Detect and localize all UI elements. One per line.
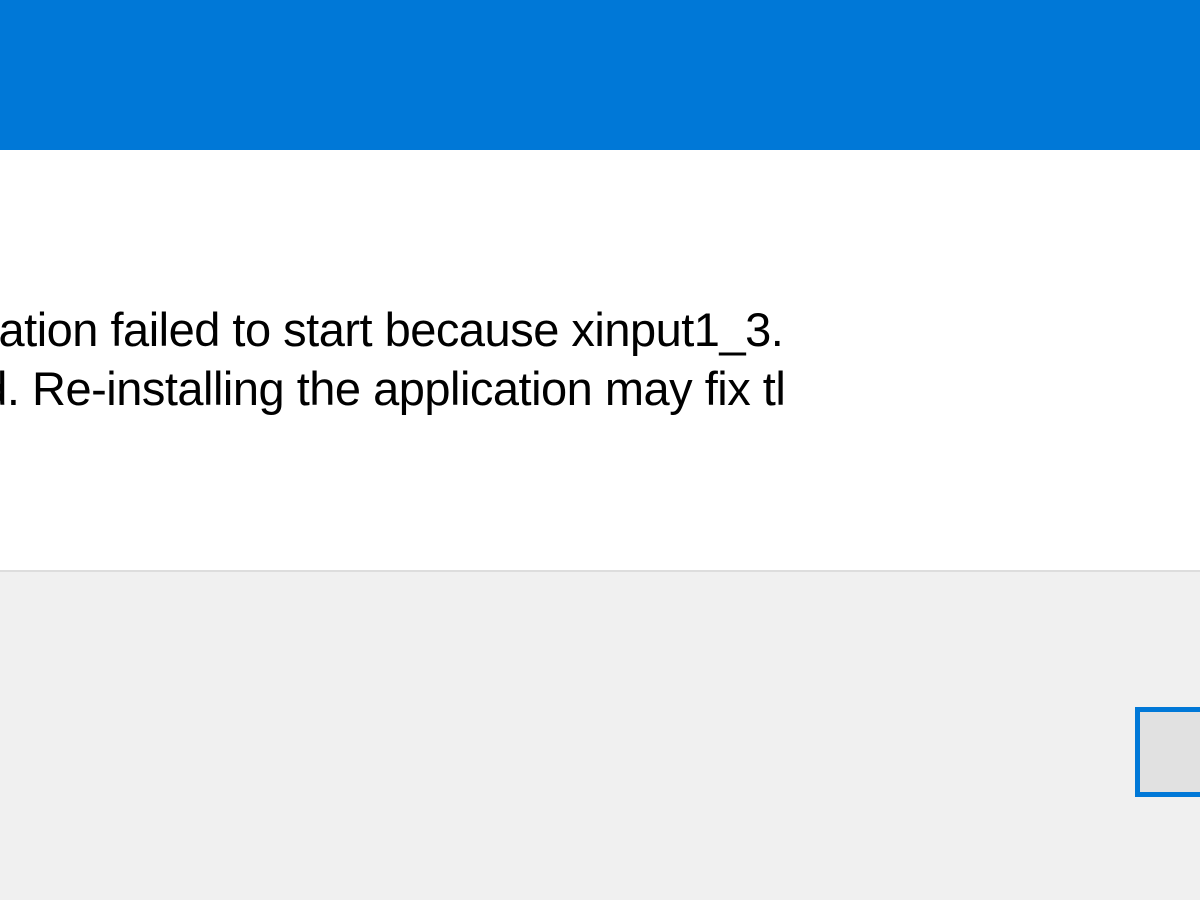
dialog-titlebar — [0, 0, 1200, 150]
error-message: plication failed to start because xinput… — [0, 301, 785, 419]
error-message-line1: plication failed to start because xinput… — [0, 301, 785, 360]
error-message-line2: und. Re-installing the application may f… — [0, 360, 785, 419]
dialog-footer — [0, 570, 1200, 900]
dialog-body: plication failed to start because xinput… — [0, 150, 1200, 570]
ok-button[interactable] — [1135, 707, 1200, 797]
